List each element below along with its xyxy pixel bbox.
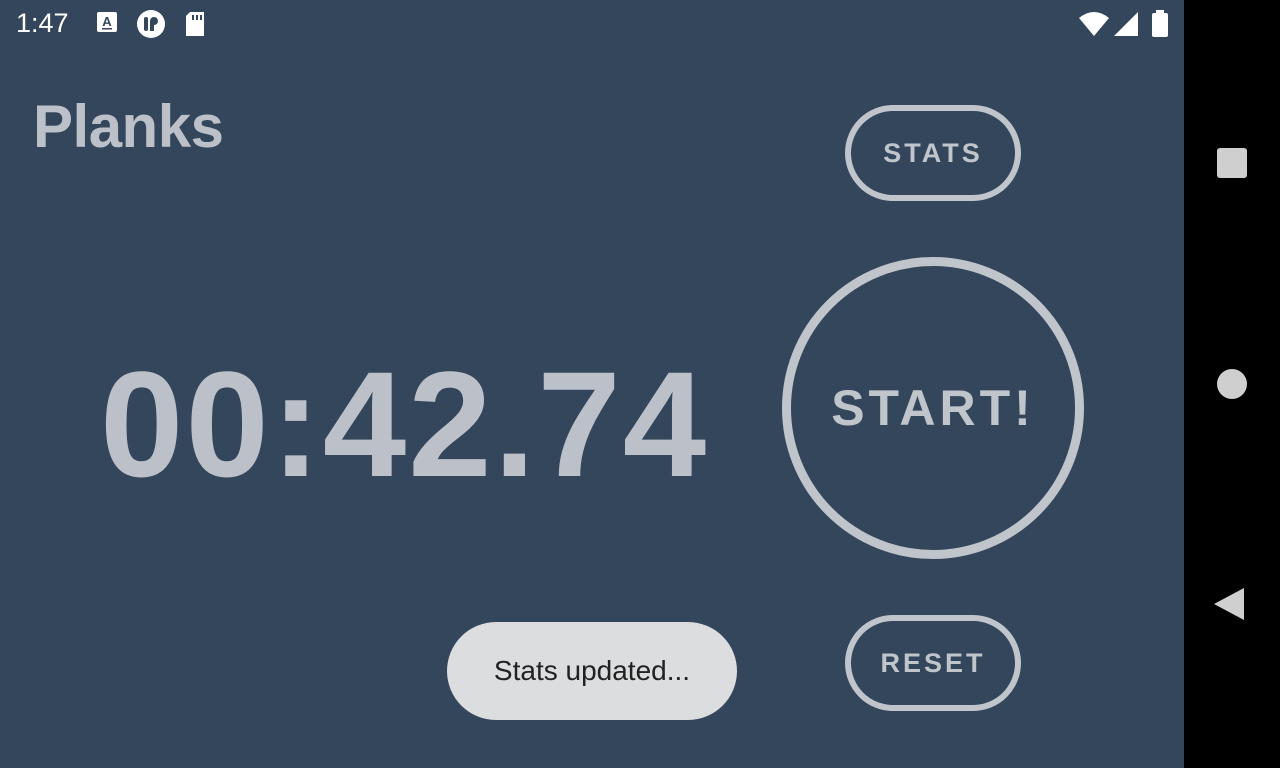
- toast-message: Stats updated...: [447, 622, 737, 720]
- status-bar: 1:47 A: [0, 0, 1184, 48]
- svg-text:A: A: [102, 14, 112, 29]
- cellular-signal-icon: [1112, 10, 1140, 43]
- app-title: Planks: [33, 93, 224, 160]
- sd-card-icon: [184, 10, 214, 40]
- app-screen: 1:47 A Planks STATS 00:42.74 START! RESE…: [0, 0, 1184, 768]
- back-icon[interactable]: [1214, 588, 1244, 620]
- battery-icon: [1151, 10, 1169, 43]
- stats-button[interactable]: STATS: [845, 105, 1021, 201]
- status-time: 1:47: [16, 8, 69, 38]
- home-icon[interactable]: [1217, 369, 1247, 399]
- font-a-icon: A: [96, 10, 126, 40]
- reset-button[interactable]: RESET: [845, 615, 1021, 711]
- recents-icon[interactable]: [1217, 148, 1247, 178]
- timer-display: 00:42.74: [100, 340, 709, 508]
- start-button[interactable]: START!: [782, 257, 1084, 559]
- wifi-icon: [1078, 10, 1110, 43]
- app-notification-icon: [136, 10, 166, 40]
